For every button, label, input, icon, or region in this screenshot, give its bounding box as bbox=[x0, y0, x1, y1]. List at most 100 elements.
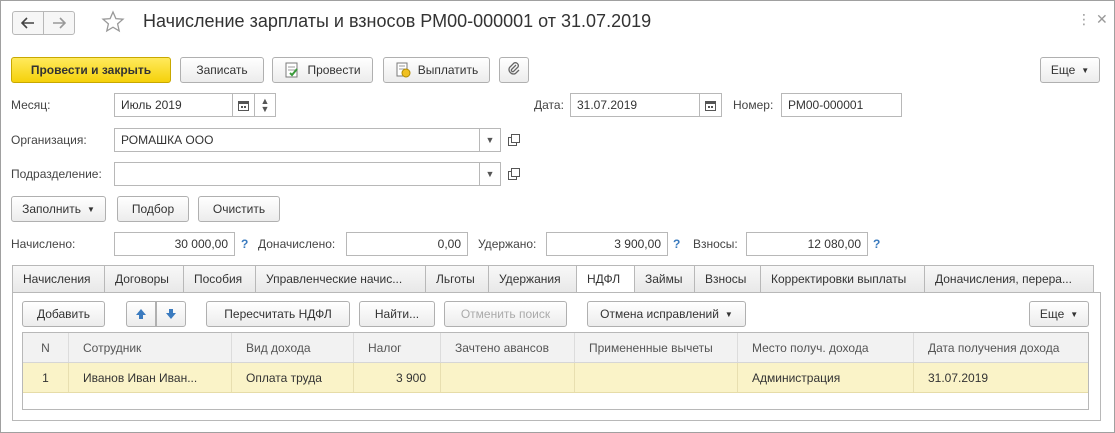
cancel-fixes-button[interactable]: Отмена исправлений ▼ bbox=[587, 301, 746, 327]
date-field[interactable]: 31.07.2019 bbox=[570, 93, 700, 117]
accrued-field: 30 000,00 bbox=[114, 232, 235, 256]
contributions-label: Взносы: bbox=[693, 237, 738, 251]
tab-benefits[interactable]: Пособия bbox=[183, 265, 255, 293]
cell-income-place[interactable]: Администрация bbox=[738, 363, 914, 392]
column-header-tax[interactable]: Налог bbox=[354, 333, 441, 362]
number-field[interactable]: РМ00-000001 bbox=[781, 93, 902, 117]
cell-income-date[interactable]: 31.07.2019 bbox=[914, 363, 1088, 392]
withheld-label: Удержано: bbox=[478, 237, 537, 251]
post-document-icon bbox=[284, 62, 300, 78]
date-label: Дата: bbox=[534, 98, 564, 112]
find-button[interactable]: Найти... bbox=[359, 301, 435, 327]
post-button[interactable]: Провести bbox=[272, 57, 373, 83]
tab-loans[interactable]: Займы bbox=[634, 265, 694, 293]
favorite-star-icon[interactable] bbox=[101, 10, 125, 37]
more-button[interactable]: Еще ▼ bbox=[1040, 57, 1100, 83]
attach-button[interactable] bbox=[499, 57, 529, 83]
ndfl-table: N Сотрудник Вид дохода Налог Зачтено ава… bbox=[22, 332, 1089, 410]
arrow-right-icon bbox=[53, 17, 66, 29]
move-down-button[interactable] bbox=[156, 301, 186, 327]
column-header-n[interactable]: N bbox=[23, 333, 69, 362]
cell-income-type[interactable]: Оплата труда bbox=[232, 363, 354, 392]
extra-accrued-field: 0,00 bbox=[346, 232, 468, 256]
tab-deductions[interactable]: Удержания bbox=[488, 265, 576, 293]
cell-advances[interactable] bbox=[441, 363, 575, 392]
tab-benefits-privileges[interactable]: Льготы bbox=[425, 265, 488, 293]
tab-bar: Начисления Договоры Пособия Управленческ… bbox=[12, 265, 1094, 293]
caret-down-icon: ▼ bbox=[87, 204, 95, 214]
extra-accrued-label: Доначислено: bbox=[258, 237, 336, 251]
stepper-down-icon[interactable]: ▼ bbox=[261, 105, 270, 114]
column-header-income-place[interactable]: Место получ. дохода bbox=[738, 333, 914, 362]
post-and-close-button[interactable]: Провести и закрыть bbox=[11, 57, 171, 83]
cell-deductions[interactable] bbox=[575, 363, 738, 392]
tab-contracts[interactable]: Договоры bbox=[104, 265, 183, 293]
move-up-button[interactable] bbox=[126, 301, 156, 327]
organization-open-button[interactable] bbox=[505, 131, 523, 149]
open-form-icon bbox=[508, 168, 520, 180]
pay-button-label: Выплатить bbox=[417, 63, 479, 77]
month-field[interactable]: Июль 2019 bbox=[114, 93, 233, 117]
tab-ndfl[interactable]: НДФЛ bbox=[576, 265, 634, 293]
tab-contributions[interactable]: Взносы bbox=[694, 265, 760, 293]
document-window: Начисление зарплаты и взносов РМ00-00000… bbox=[0, 0, 1115, 433]
tab-payment-adjustments[interactable]: Корректировки выплаты bbox=[760, 265, 924, 293]
forward-button[interactable] bbox=[43, 11, 75, 35]
table-more-label: Еще bbox=[1039, 307, 1065, 321]
recalc-ndfl-button[interactable]: Пересчитать НДФЛ bbox=[206, 301, 350, 327]
caret-down-icon: ▼ bbox=[724, 309, 733, 319]
tab-management-accruals[interactable]: Управленческие начис... bbox=[255, 265, 425, 293]
contributions-help-icon[interactable]: ? bbox=[873, 237, 880, 251]
paperclip-icon bbox=[507, 61, 521, 80]
column-header-income-date[interactable]: Дата получения дохода bbox=[914, 333, 1088, 362]
pay-button[interactable]: Выплатить bbox=[383, 57, 490, 83]
caret-down-icon: ▼ bbox=[1081, 65, 1090, 75]
add-button[interactable]: Добавить bbox=[22, 301, 105, 327]
fill-button[interactable]: Заполнить ▼ bbox=[11, 196, 106, 222]
withheld-help-icon[interactable]: ? bbox=[673, 237, 680, 251]
back-button[interactable] bbox=[12, 11, 44, 35]
column-header-income-type[interactable]: Вид дохода bbox=[232, 333, 354, 362]
calendar-icon bbox=[705, 100, 716, 111]
window-title: Начисление зарплаты и взносов РМ00-00000… bbox=[143, 11, 652, 31]
column-header-advances[interactable]: Зачтено авансов bbox=[441, 333, 575, 362]
column-header-deductions[interactable]: Примененные вычеты bbox=[575, 333, 738, 362]
open-form-icon bbox=[508, 134, 520, 146]
department-dropdown-button[interactable]: ▼ bbox=[480, 162, 501, 186]
tab-accruals[interactable]: Начисления bbox=[12, 265, 104, 293]
cancel-fixes-label: Отмена исправлений bbox=[600, 307, 719, 321]
cell-employee[interactable]: Иванов Иван Иван... bbox=[69, 363, 232, 392]
table-row[interactable]: 1 Иванов Иван Иван... Оплата труда 3 900… bbox=[23, 363, 1088, 393]
organization-label: Организация: bbox=[11, 133, 87, 147]
window-menu-icon[interactable]: ⋮ bbox=[1077, 11, 1091, 28]
tab-extra-accruals[interactable]: Доначисления, перера... bbox=[924, 265, 1094, 293]
caret-down-icon: ▼ bbox=[485, 169, 495, 179]
cancel-search-button[interactable]: Отменить поиск bbox=[444, 301, 567, 327]
caret-down-icon: ▼ bbox=[1070, 309, 1079, 319]
calendar-icon bbox=[238, 100, 249, 111]
arrow-down-icon bbox=[166, 309, 176, 319]
payment-document-icon bbox=[395, 62, 411, 78]
accrued-label: Начислено: bbox=[11, 237, 76, 251]
more-button-label: Еще bbox=[1050, 63, 1076, 77]
organization-dropdown-button[interactable]: ▼ bbox=[480, 128, 501, 152]
close-icon[interactable]: ✕ bbox=[1096, 11, 1108, 28]
month-stepper[interactable]: ▲ ▼ bbox=[255, 93, 276, 117]
table-more-button[interactable]: Еще ▼ bbox=[1029, 301, 1089, 327]
month-label: Месяц: bbox=[11, 98, 51, 112]
accrued-help-icon[interactable]: ? bbox=[241, 237, 248, 251]
date-calendar-button[interactable] bbox=[700, 93, 722, 117]
post-button-label: Провести bbox=[307, 63, 361, 77]
month-calendar-button[interactable] bbox=[233, 93, 255, 117]
department-field[interactable] bbox=[114, 162, 480, 186]
cell-tax[interactable]: 3 900 bbox=[354, 363, 441, 392]
table-header: N Сотрудник Вид дохода Налог Зачтено ава… bbox=[23, 333, 1088, 363]
organization-field[interactable]: РОМАШКА ООО bbox=[114, 128, 480, 152]
pick-button[interactable]: Подбор bbox=[117, 196, 189, 222]
clear-button[interactable]: Очистить bbox=[198, 196, 280, 222]
column-header-employee[interactable]: Сотрудник bbox=[69, 333, 232, 362]
cell-n[interactable]: 1 bbox=[23, 363, 69, 392]
number-label: Номер: bbox=[733, 98, 774, 112]
save-button[interactable]: Записать bbox=[180, 57, 264, 83]
department-open-button[interactable] bbox=[505, 165, 523, 183]
